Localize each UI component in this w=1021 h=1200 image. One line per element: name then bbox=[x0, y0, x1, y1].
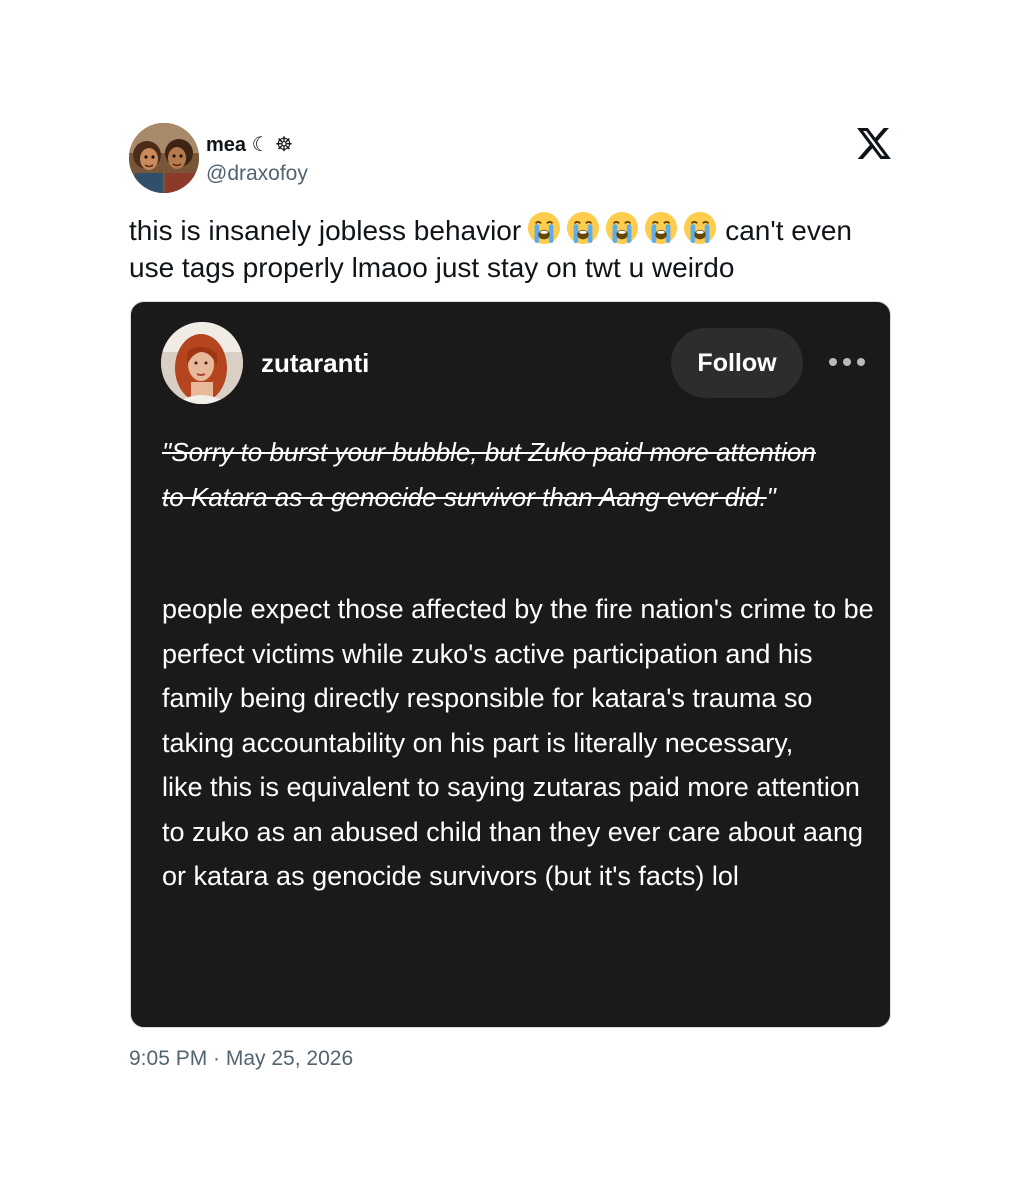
ellipsis-dot bbox=[829, 358, 837, 366]
follow-button[interactable]: Follow bbox=[671, 328, 803, 398]
quoted-text: Sorry to burst your bubble, but Zuko pai… bbox=[162, 437, 816, 512]
embedded-post-body: people expect those affected by the fire… bbox=[162, 587, 877, 899]
loudly-crying-face-icon bbox=[684, 211, 717, 245]
crying-emoji-group bbox=[527, 211, 717, 245]
body-paragraph: like this is equivalent to saying zutara… bbox=[162, 772, 863, 891]
loudly-crying-face-icon bbox=[528, 211, 561, 245]
quote-close-mark: " bbox=[766, 481, 776, 512]
tweet-text-before: this is insanely jobless behavior bbox=[129, 215, 522, 246]
x-logo-icon[interactable] bbox=[857, 128, 891, 159]
embedded-post-card[interactable]: zutaranti Follow "Sorry to burst your bu… bbox=[130, 301, 891, 1028]
author-handle[interactable]: @draxofoy bbox=[206, 162, 308, 186]
loudly-crying-face-icon bbox=[567, 211, 600, 245]
red-haired-portrait-icon bbox=[161, 322, 243, 404]
embedded-post-username[interactable]: zutaranti bbox=[261, 348, 369, 379]
ellipsis-icon[interactable] bbox=[829, 352, 865, 372]
struck-through-quote: "Sorry to burst your bubble, but Zuko pa… bbox=[162, 430, 842, 519]
author-display-name: mea ☾ ☸ bbox=[206, 133, 294, 156]
quote-open-mark: " bbox=[162, 437, 172, 467]
ellipsis-dot bbox=[857, 358, 865, 366]
tweet-text: this is insanely jobless behavior can't e… bbox=[129, 211, 899, 286]
tweet-timestamp[interactable]: 9:05 PM · May 25, 2026 bbox=[129, 1047, 353, 1071]
loudly-crying-face-icon bbox=[606, 211, 639, 245]
ellipsis-dot bbox=[843, 358, 851, 366]
body-paragraph: people expect those affected by the fire… bbox=[162, 594, 874, 758]
embedded-post-avatar[interactable] bbox=[161, 322, 243, 404]
loudly-crying-face-icon bbox=[645, 211, 678, 245]
author-avatar[interactable] bbox=[129, 123, 199, 193]
author-name-row[interactable]: mea ☾ ☸ bbox=[206, 130, 293, 158]
illustrated-avatar-icon bbox=[129, 123, 199, 193]
